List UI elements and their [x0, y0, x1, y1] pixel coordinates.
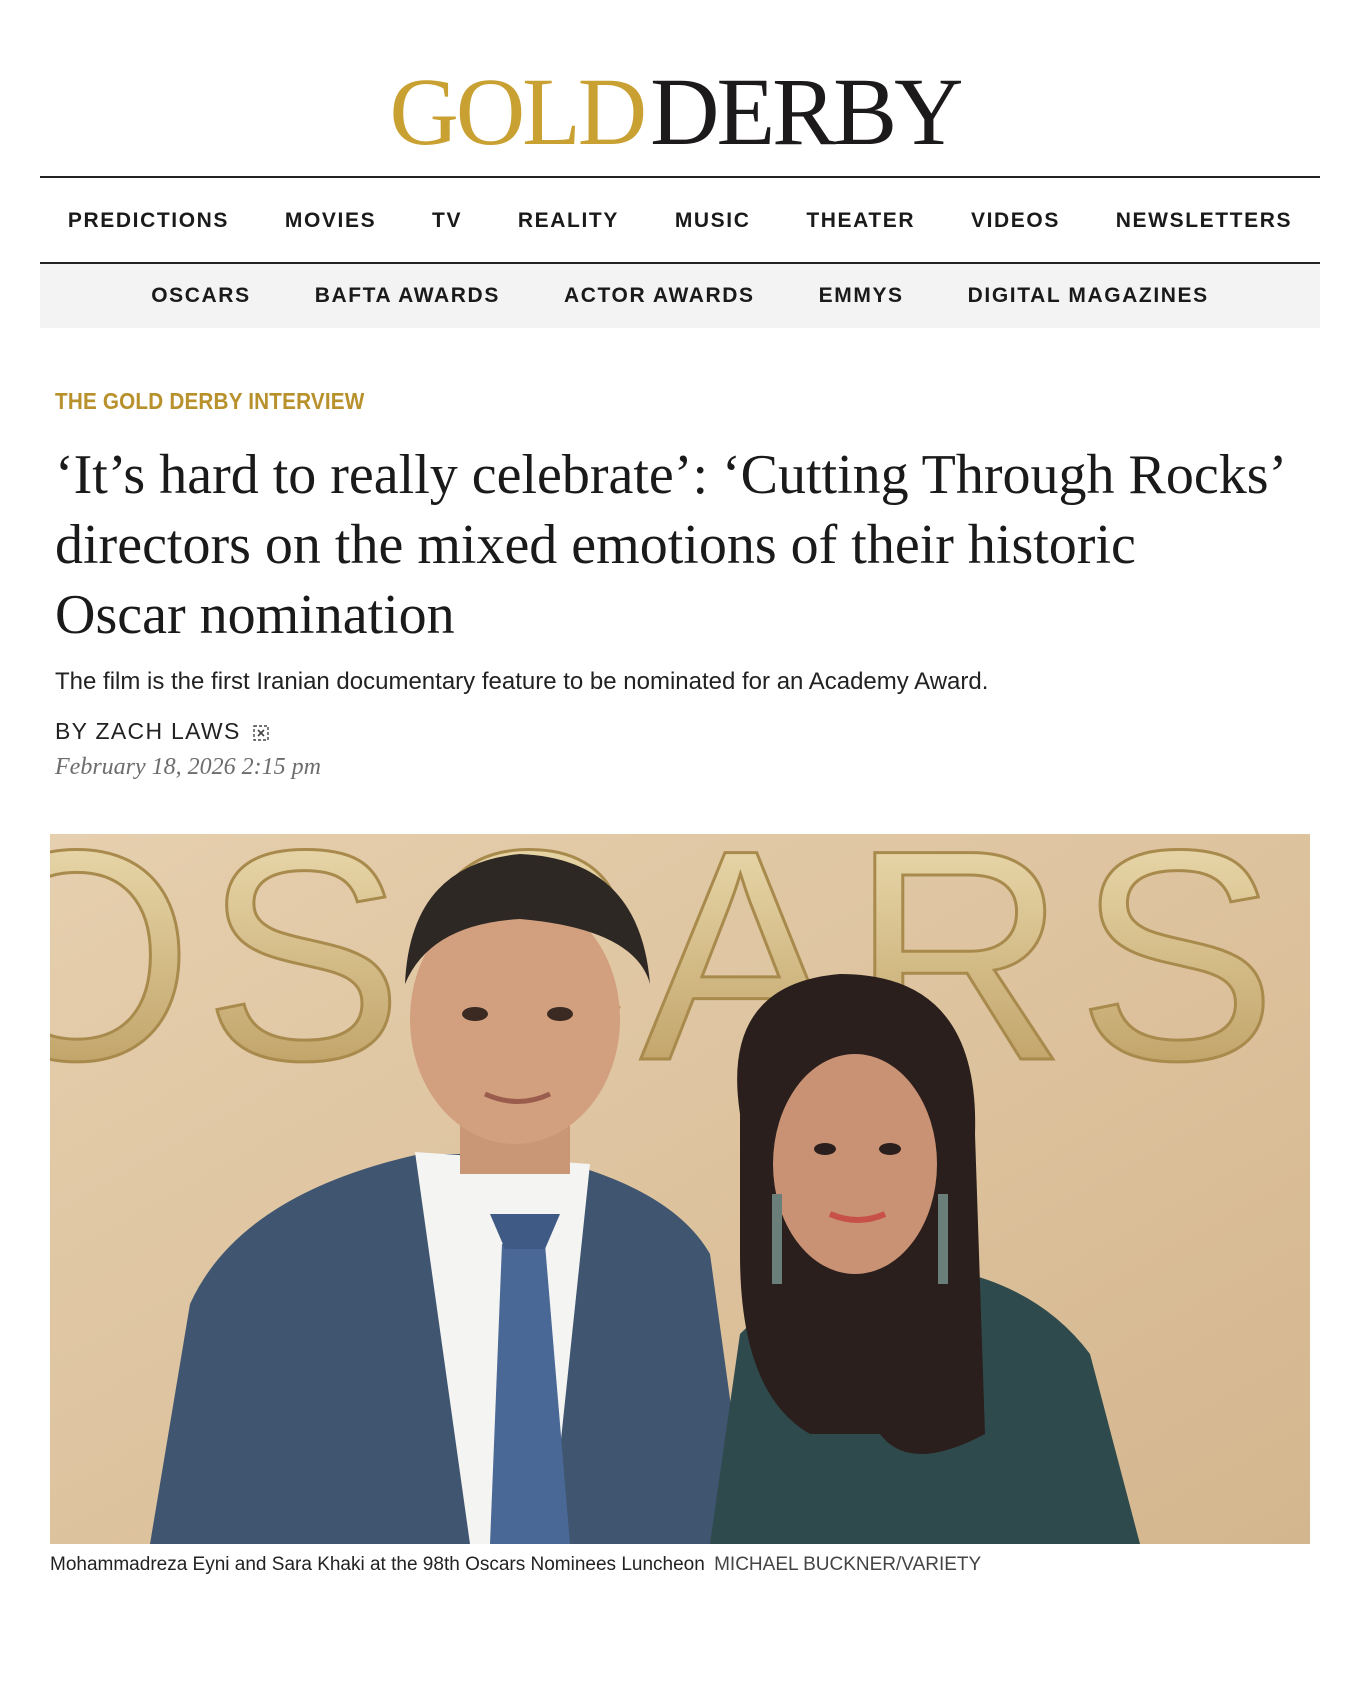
- article-date: February 18, 2026 2:15 pm: [55, 754, 321, 780]
- article-dek: The film is the first Iranian documentar…: [55, 668, 989, 695]
- nav-tv[interactable]: TV: [432, 209, 462, 233]
- subnav-bafta-awards[interactable]: BAFTA AWARDS: [315, 284, 500, 308]
- subnav-oscars[interactable]: OSCARS: [151, 284, 250, 308]
- logo-gold-text: GOLD: [389, 58, 648, 165]
- photo-credit: MICHAEL BUCKNER/VARIETY: [714, 1554, 982, 1575]
- nav-theater[interactable]: THEATER: [806, 209, 915, 233]
- subnav-digital-magazines[interactable]: DIGITAL MAGAZINES: [968, 284, 1209, 308]
- headline-line: directors on the mixed emotions of their…: [55, 514, 1136, 576]
- nav-videos[interactable]: VIDEOS: [971, 209, 1060, 233]
- photo-illustration: OSCARS: [50, 834, 1310, 1544]
- nav-predictions[interactable]: PREDICTIONS: [68, 209, 229, 233]
- article-kicker[interactable]: THE GOLD DERBY INTERVIEW: [55, 388, 364, 415]
- author-link[interactable]: BY ZACH LAWS: [55, 718, 241, 745]
- site-logo[interactable]: GOLDDERBY: [0, 62, 1350, 162]
- nav-movies[interactable]: MOVIES: [285, 209, 376, 233]
- logo-derby-text: DERBY: [650, 58, 963, 165]
- article-byline: BY ZACH LAWS: [55, 718, 271, 745]
- backdrop-oscars-text: OSCARS: [50, 834, 1287, 1123]
- share-icon[interactable]: [251, 722, 271, 742]
- nav-newsletters[interactable]: NEWSLETTERS: [1116, 209, 1292, 233]
- caption-text: Mohammadreza Eyni and Sara Khaki at the …: [50, 1554, 705, 1575]
- subnav-actor-awards[interactable]: ACTOR AWARDS: [564, 284, 755, 308]
- headline-line: ‘It’s hard to really celebrate’: ‘Cuttin…: [55, 444, 1288, 506]
- subnav-emmys[interactable]: EMMYS: [819, 284, 904, 308]
- article-headline: ‘It’s hard to really celebrate’: ‘Cuttin…: [55, 440, 1315, 650]
- header-divider-top: [40, 176, 1320, 178]
- photo-caption: Mohammadreza Eyni and Sara Khaki at the …: [50, 1554, 1310, 1576]
- nav-music[interactable]: MUSIC: [675, 209, 751, 233]
- article-photo: OSCARS: [50, 834, 1310, 1544]
- secondary-nav: OSCARS BAFTA AWARDS ACTOR AWARDS EMMYS D…: [40, 264, 1320, 328]
- primary-nav: PREDICTIONS MOVIES TV REALITY MUSIC THEA…: [40, 180, 1320, 262]
- headline-line: Oscar nomination: [55, 584, 455, 646]
- nav-reality[interactable]: REALITY: [518, 209, 619, 233]
